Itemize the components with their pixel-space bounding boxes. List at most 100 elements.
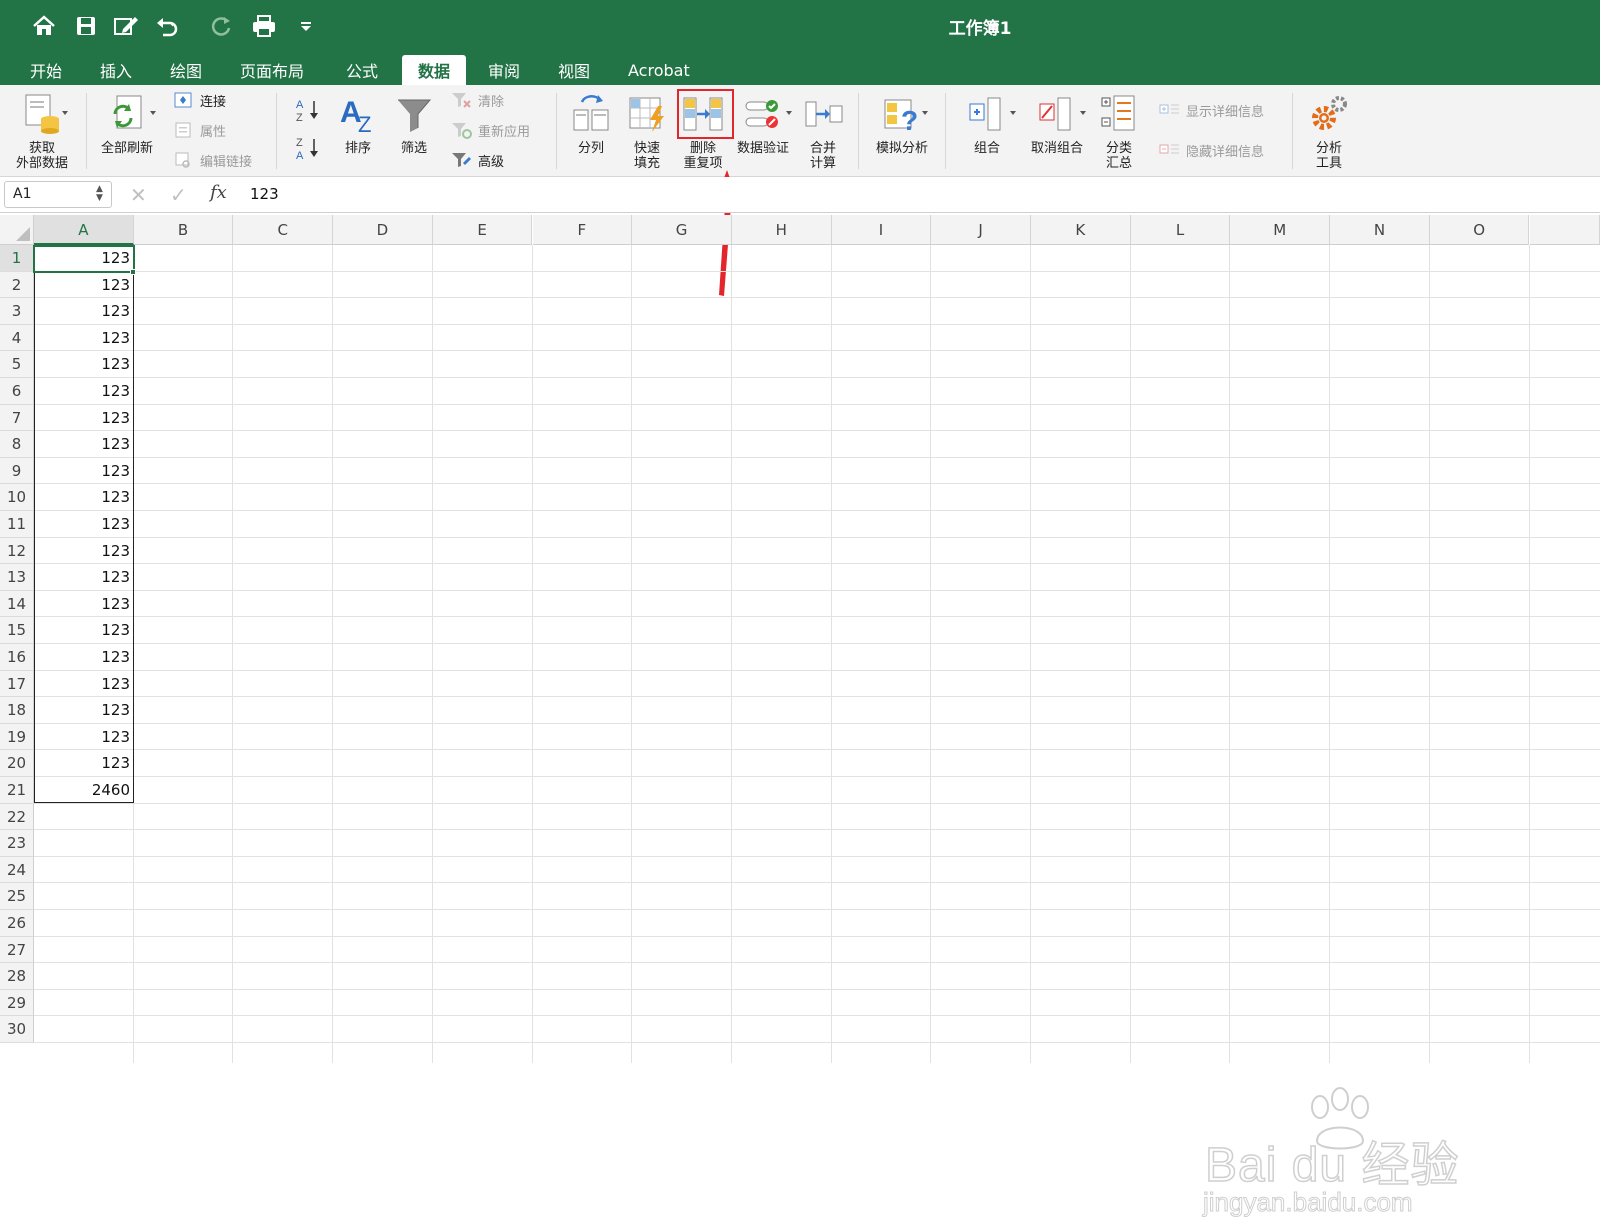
insert-function-button[interactable]: fx: [210, 182, 227, 203]
column-header-I[interactable]: I: [832, 215, 932, 245]
show-detail-button[interactable]: 显示详细信息: [1158, 98, 1264, 122]
home-icon[interactable]: [28, 10, 60, 42]
tab-page-layout[interactable]: 页面布局: [224, 55, 320, 85]
refresh-all-button[interactable]: 全部刷新: [96, 91, 158, 173]
chevron-down-icon[interactable]: [1010, 111, 1016, 115]
what-if-analysis-button[interactable]: ? 模拟分析: [868, 91, 936, 173]
tab-home[interactable]: 开始: [14, 55, 78, 85]
row-header-14[interactable]: 14: [0, 591, 34, 618]
clear-button[interactable]: 清除: [450, 88, 504, 112]
group-button[interactable]: 组合: [958, 91, 1016, 173]
row-header-15[interactable]: 15: [0, 617, 34, 644]
sort-ascending-icon[interactable]: AZ: [294, 97, 322, 127]
row-header-18[interactable]: 18: [0, 697, 34, 724]
edit-links-button[interactable]: 编辑链接: [172, 148, 252, 172]
consolidate-button[interactable]: 合并 计算: [794, 91, 852, 173]
row-header-7[interactable]: 7: [0, 405, 34, 432]
formula-input[interactable]: 123: [250, 185, 279, 203]
chevron-down-icon[interactable]: [1080, 111, 1086, 115]
row-header-8[interactable]: 8: [0, 431, 34, 458]
row-header-10[interactable]: 10: [0, 484, 34, 511]
get-external-data-button[interactable]: 获取 外部数据: [10, 91, 74, 173]
redo-icon[interactable]: [206, 10, 238, 42]
row-header-5[interactable]: 5: [0, 351, 34, 378]
column-header-O[interactable]: O: [1430, 215, 1530, 245]
filter-button[interactable]: 筛选: [386, 91, 442, 173]
row-header-11[interactable]: 11: [0, 511, 34, 538]
row-header-30[interactable]: 30: [0, 1016, 34, 1043]
connections-button[interactable]: 连接: [172, 88, 226, 112]
chevron-down-icon[interactable]: [150, 111, 156, 115]
active-cell-A1[interactable]: [33, 245, 135, 273]
row-header-12[interactable]: 12: [0, 538, 34, 565]
tab-view[interactable]: 视图: [542, 55, 606, 85]
data-validation-button[interactable]: 数据验证: [732, 91, 794, 173]
row-header-20[interactable]: 20: [0, 750, 34, 777]
column-header-G[interactable]: G: [632, 215, 732, 245]
row-header-4[interactable]: 4: [0, 325, 34, 352]
row-header-25[interactable]: 25: [0, 883, 34, 910]
row-header-13[interactable]: 13: [0, 564, 34, 591]
row-header-28[interactable]: 28: [0, 963, 34, 990]
column-header-D[interactable]: D: [333, 215, 433, 245]
row-header-22[interactable]: 22: [0, 804, 34, 831]
column-header-L[interactable]: L: [1131, 215, 1231, 245]
column-header-A[interactable]: A: [34, 215, 134, 245]
tab-review[interactable]: 审阅: [472, 55, 536, 85]
advanced-button[interactable]: 高级: [450, 148, 504, 172]
row-header-2[interactable]: 2: [0, 272, 34, 299]
sort-button[interactable]: AZ 排序: [330, 91, 386, 173]
column-header-F[interactable]: F: [533, 215, 633, 245]
chevron-down-icon[interactable]: [786, 111, 792, 115]
text-to-columns-button[interactable]: 分列: [562, 91, 620, 173]
fill-handle[interactable]: [130, 269, 136, 275]
cancel-icon[interactable]: ✕: [130, 183, 147, 207]
column-header-B[interactable]: B: [134, 215, 234, 245]
row-header-23[interactable]: 23: [0, 830, 34, 857]
save-icon[interactable]: [70, 10, 102, 42]
flash-fill-button[interactable]: 快速 填充: [618, 91, 676, 173]
tab-acrobat[interactable]: Acrobat: [612, 55, 706, 85]
enter-icon[interactable]: ✓: [170, 183, 187, 207]
column-header-H[interactable]: H: [732, 215, 832, 245]
tab-formulas[interactable]: 公式: [330, 55, 394, 85]
row-header-3[interactable]: 3: [0, 298, 34, 325]
edit-icon[interactable]: [110, 10, 142, 42]
column-header-N[interactable]: N: [1330, 215, 1430, 245]
row-header-16[interactable]: 16: [0, 644, 34, 671]
analysis-tools-button[interactable]: 分析 工具: [1300, 91, 1358, 173]
properties-button[interactable]: 属性: [172, 118, 226, 142]
row-header-1[interactable]: 1: [0, 245, 34, 272]
ungroup-button[interactable]: 取消组合: [1024, 91, 1090, 173]
column-header-M[interactable]: M: [1230, 215, 1330, 245]
row-header-24[interactable]: 24: [0, 857, 34, 884]
chevron-down-icon[interactable]: [62, 111, 68, 115]
column-header-C[interactable]: C: [233, 215, 333, 245]
select-all-button[interactable]: [0, 215, 34, 245]
subtotal-button[interactable]: 分类 汇总: [1090, 91, 1148, 173]
row-header-26[interactable]: 26: [0, 910, 34, 937]
column-header-E[interactable]: E: [433, 215, 533, 245]
column-header-J[interactable]: J: [931, 215, 1031, 245]
row-header-21[interactable]: 21: [0, 777, 34, 804]
undo-icon[interactable]: [152, 10, 184, 42]
name-box-stepper-icon[interactable]: ▲▼: [96, 185, 103, 203]
reapply-button[interactable]: 重新应用: [450, 118, 530, 142]
row-header-17[interactable]: 17: [0, 671, 34, 698]
row-header-6[interactable]: 6: [0, 378, 34, 405]
spreadsheet-grid[interactable]: ABCDEFGHIJKLMNO 123456789101112131415161…: [0, 215, 1600, 1063]
row-header-19[interactable]: 19: [0, 724, 34, 751]
chevron-down-icon[interactable]: [922, 111, 928, 115]
what-if-label: 模拟分析: [876, 141, 928, 156]
row-header-9[interactable]: 9: [0, 458, 34, 485]
print-icon[interactable]: [248, 10, 280, 42]
customize-icon[interactable]: [290, 10, 322, 42]
column-header-K[interactable]: K: [1031, 215, 1131, 245]
tab-data[interactable]: 数据: [402, 55, 466, 85]
tab-draw[interactable]: 绘图: [154, 55, 218, 85]
row-header-29[interactable]: 29: [0, 990, 34, 1017]
tab-insert[interactable]: 插入: [84, 55, 148, 85]
sort-descending-icon[interactable]: ZA: [294, 135, 322, 165]
row-header-27[interactable]: 27: [0, 937, 34, 964]
hide-detail-button[interactable]: 隐藏详细信息: [1158, 138, 1264, 162]
